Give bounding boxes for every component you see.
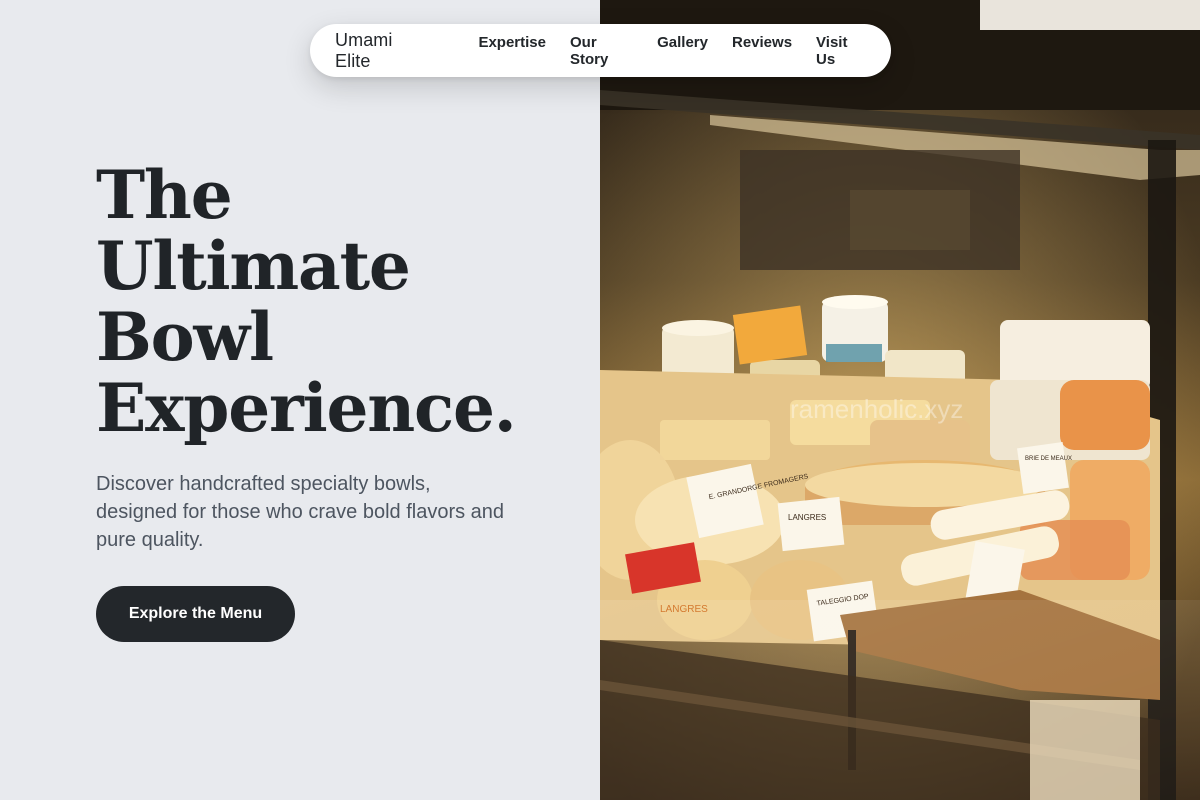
hero-left-panel: The Ultimate Bowl Experience. Discover h… bbox=[0, 0, 600, 800]
nav-link-visit-us[interactable]: Visit Us bbox=[816, 34, 866, 68]
photo-watermark: ramenholic.xyz bbox=[790, 394, 963, 424]
nav-links: Expertise Our Story Gallery Reviews Visi… bbox=[478, 34, 866, 68]
explore-menu-button[interactable]: Explore the Menu bbox=[96, 586, 295, 642]
nav-link-our-story[interactable]: Our Story bbox=[570, 34, 633, 68]
headline-line: Bowl bbox=[96, 298, 274, 376]
headline-line: The bbox=[96, 156, 233, 234]
nav-link-reviews[interactable]: Reviews bbox=[732, 34, 792, 68]
headline-line: Experience. bbox=[96, 369, 517, 447]
hero-photo: ramenholic.xyz E. GRANDORGE FROMAGERS LA… bbox=[600, 0, 1200, 800]
headline-line: Ultimate bbox=[96, 227, 411, 305]
cheese-display-photo: ramenholic.xyz E. GRANDORGE FROMAGERS LA… bbox=[600, 0, 1200, 800]
brand-logo[interactable]: Umami Elite bbox=[335, 30, 430, 72]
nav-link-gallery[interactable]: Gallery bbox=[657, 34, 708, 68]
photo-label-4: BRIE DE MEAUX bbox=[1025, 456, 1072, 462]
hero-subtitle: Discover handcrafted specialty bowls, de… bbox=[96, 473, 505, 551]
hero-headline: The Ultimate Bowl Experience. bbox=[96, 160, 576, 444]
top-navigation: Umami Elite Expertise Our Story Gallery … bbox=[310, 24, 891, 77]
nav-link-expertise[interactable]: Expertise bbox=[478, 34, 546, 68]
photo-label-2: LANGRES bbox=[788, 513, 826, 522]
photo-label-0: LANGRES bbox=[660, 604, 708, 615]
